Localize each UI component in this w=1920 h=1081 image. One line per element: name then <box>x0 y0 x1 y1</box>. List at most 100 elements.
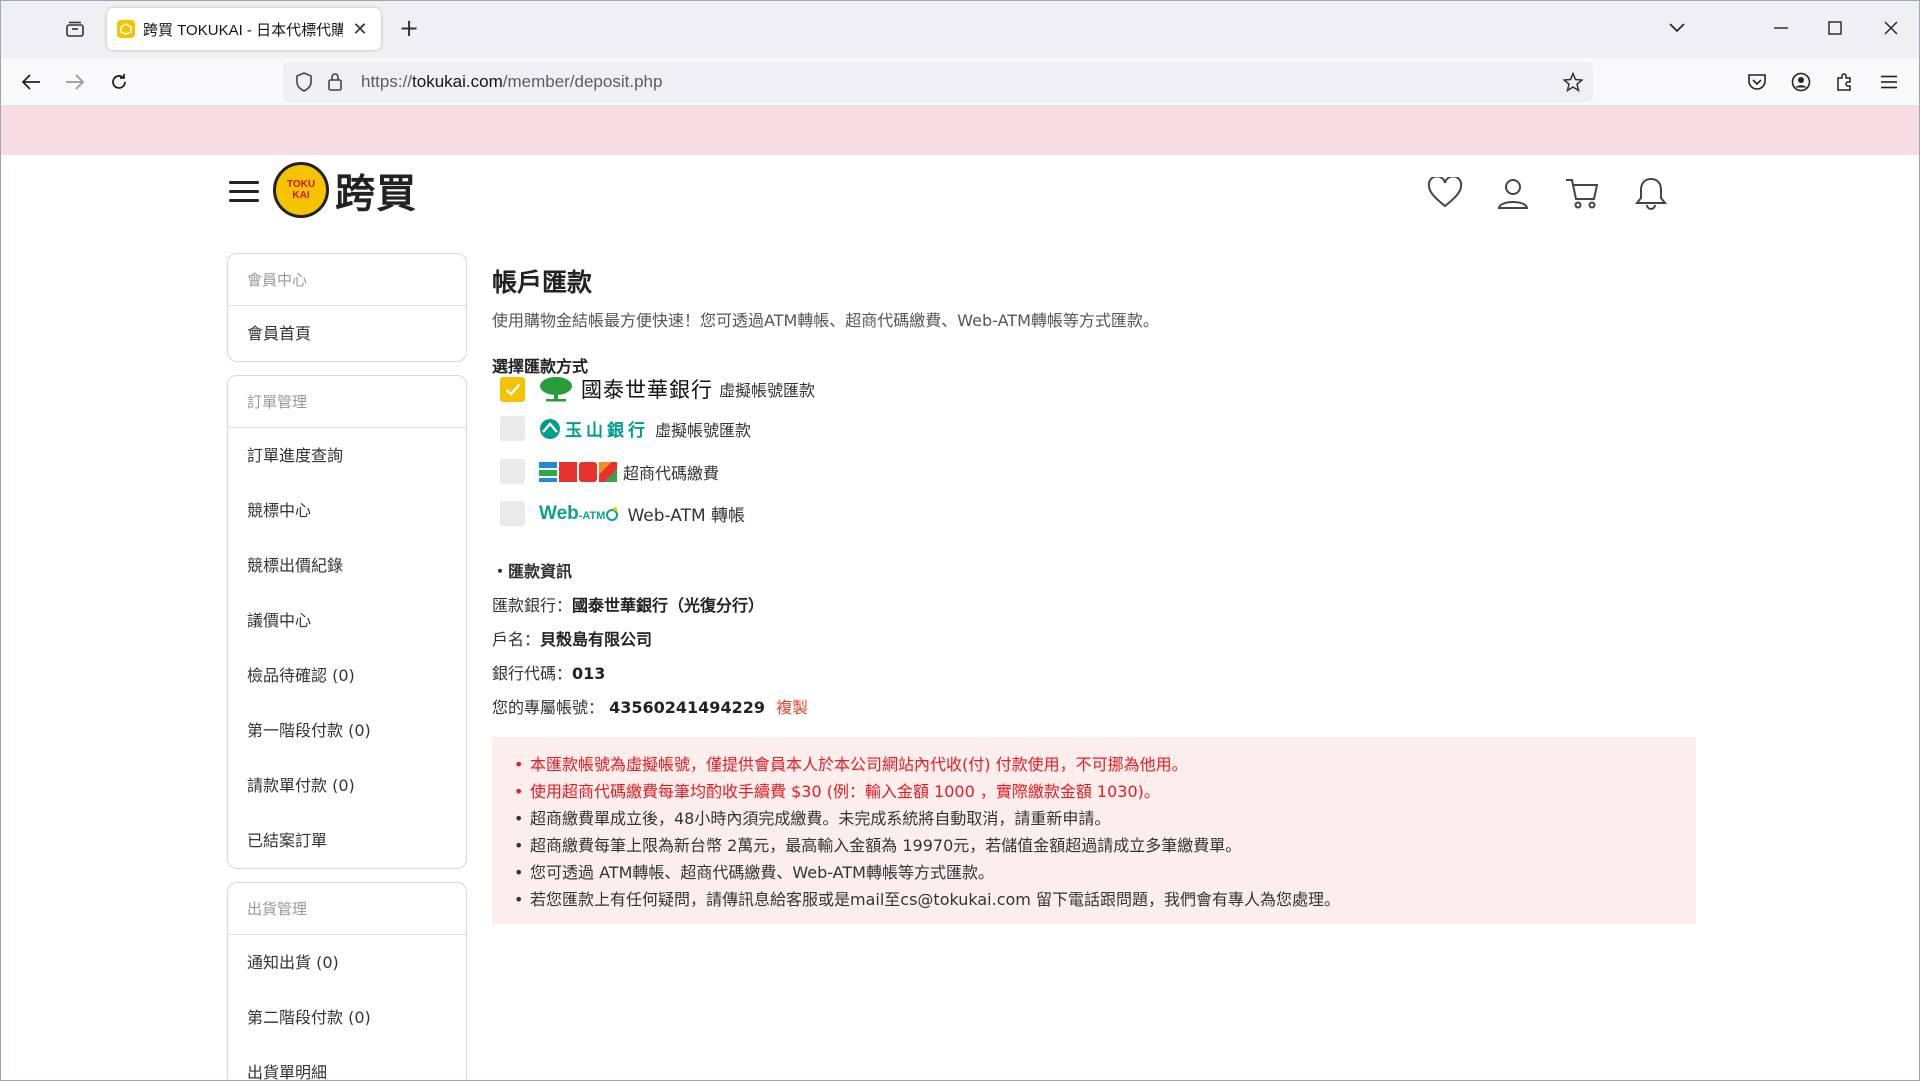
method-option-convenience-store[interactable]: 超商代碼繳費 <box>500 459 719 484</box>
esun-checkbox[interactable] <box>500 416 525 441</box>
ok-mart-logo-icon <box>579 461 597 482</box>
sidebar-item-invoice-payment[interactable]: 請款單付款 (0) <box>228 758 466 813</box>
method-option-webatm[interactable]: Web-ATM Web-ATM 轉帳 <box>500 501 745 526</box>
tab-close-icon[interactable]: ✕ <box>349 19 371 40</box>
user-profile-icon[interactable] <box>1493 173 1533 213</box>
navigation-bar: https://tokukai.com/member/deposit.php <box>1 58 1919 106</box>
puzzle-icon <box>1837 73 1851 91</box>
info-bank: 匯款銀行：國泰世華銀行（光復分行） <box>492 596 765 615</box>
checkmark-icon <box>505 383 520 396</box>
page-subtitle: 使用購物金結帳最方便快速！您可透過ATM轉帳、超商代碼繳費、Web-ATM轉帳等… <box>492 311 1159 330</box>
back-button[interactable] <box>15 66 47 98</box>
info-heading: ・匯款資訊 <box>492 562 573 581</box>
logo-text: 跨買 <box>335 171 417 217</box>
favorites-heart-icon[interactable] <box>1425 173 1465 213</box>
sidebar-heading: 訂單管理 <box>228 376 466 428</box>
top-banner <box>1 106 1919 155</box>
notice-item: 使用超商代碼繳費每筆均酌收手續費 $30 (例：輸入金額 1000 ，實際繳款金… <box>512 778 1676 805</box>
extensions-button[interactable] <box>1829 66 1861 98</box>
sidebar-item-second-payment[interactable]: 第二階段付款 (0) <box>228 990 466 1045</box>
webatm-sparkle-icon <box>606 506 619 521</box>
account-icon <box>1791 72 1811 92</box>
store-checkbox[interactable] <box>500 459 525 484</box>
sidebar-item-negotiation[interactable]: 議價中心 <box>228 593 466 648</box>
cathay-note: 虛擬帳號匯款 <box>719 381 816 400</box>
member-sidebar: 會員中心 會員首頁 訂單管理 訂單進度查詢 競標中心 競標出價紀錄 議價中心 檢… <box>227 253 467 1080</box>
new-tab-button[interactable]: + <box>393 13 425 45</box>
method-option-esun[interactable]: 玉山銀行 虛擬帳號匯款 <box>500 416 751 441</box>
sidebar-item-order-progress[interactable]: 訂單進度查詢 <box>228 428 466 483</box>
page-title: 帳戶匯款 <box>492 268 593 297</box>
method-option-cathay[interactable]: 國泰世華銀行 虛擬帳號匯款 <box>500 374 815 404</box>
sidebar-group-member: 會員中心 會員首頁 <box>227 253 467 362</box>
shopping-cart-icon[interactable] <box>1562 173 1602 213</box>
reload-icon <box>112 74 126 89</box>
bookmark-star-icon[interactable] <box>1563 72 1583 92</box>
webatm-note: Web-ATM 轉帳 <box>627 506 746 526</box>
account-button[interactable] <box>1785 66 1817 98</box>
sidebar-item-notify-shipping[interactable]: 通知出貨 (0) <box>228 935 466 990</box>
sidebar-item-member-home[interactable]: 會員首頁 <box>228 306 466 361</box>
tab-overflow-chevron-icon[interactable] <box>1657 9 1697 47</box>
notice-box: 本匯款帳號為虛擬帳號，僅提供會員本人於本公司網站內代收(付) 付款使用，不可挪為… <box>492 737 1696 924</box>
account-number-value: 43560241494229 <box>609 698 765 717</box>
sidebar-item-closed-orders[interactable]: 已結案訂單 <box>228 813 466 868</box>
family-mart-logo-icon <box>539 461 557 482</box>
site-menu-icon[interactable] <box>229 181 259 205</box>
cathay-bank-name: 國泰世華銀行 <box>581 378 713 402</box>
sidebar-item-inspection-pending[interactable]: 檢品待確認 (0) <box>228 648 466 703</box>
webatm-logo: Web-ATM <box>539 502 606 524</box>
active-tab[interactable]: 跨買 TOKUKAI - 日本代標代購 ✕ <box>107 8 381 50</box>
back-arrow-icon <box>21 74 40 90</box>
tab-strip: 跨買 TOKUKAI - 日本代標代購 ✕ + <box>1 1 1919 58</box>
tokukai-badge: TOKU KAI <box>273 162 329 218</box>
webatm-checkbox[interactable] <box>500 501 525 526</box>
info-account-name: 戶名：貝殼島有限公司 <box>492 630 653 649</box>
notification-bell-icon[interactable] <box>1631 173 1671 213</box>
esun-mountain-icon <box>540 418 560 439</box>
maximize-button[interactable] <box>1815 9 1855 47</box>
notice-item: 超商繳費單成立後，48小時內須完成繳費。未完成系統將自動取消，請重新申請。 <box>512 805 1676 832</box>
sidebar-heading: 會員中心 <box>228 254 466 306</box>
sidebar-item-first-payment[interactable]: 第一階段付款 (0) <box>228 703 466 758</box>
convenience-store-logos <box>539 461 617 482</box>
lock-icon <box>328 73 342 91</box>
store-note: 超商代碼繳費 <box>623 463 720 483</box>
browser-window: 跨買 TOKUKAI - 日本代標代購 ✕ + https://tokukai.… <box>0 0 1920 1081</box>
pocket-button[interactable] <box>1741 66 1773 98</box>
sidebar-item-shipping-details[interactable]: 出貨單明細 <box>228 1045 466 1080</box>
reload-button[interactable] <box>103 66 135 98</box>
notice-item: 超商繳費每筆上限為新台幣 2萬元，最高輸入金額為 19970元，若儲值金額超過請… <box>512 832 1676 859</box>
seven-eleven-logo-icon <box>599 461 617 482</box>
tab-title: 跨買 TOKUKAI - 日本代標代購 <box>143 21 343 39</box>
notice-item: 本匯款帳號為虛擬帳號，僅提供會員本人於本公司網站內代收(付) 付款使用，不可挪為… <box>512 751 1676 778</box>
cathay-checkbox[interactable] <box>500 376 525 402</box>
sidebar-group-shipping: 出貨管理 通知出貨 (0) 第二階段付款 (0) 出貨單明細 <box>227 882 467 1080</box>
info-account-number: 您的專屬帳號： 43560241494229 複製 <box>492 698 809 717</box>
tab-list-icon <box>66 21 84 37</box>
cathay-tree-icon <box>540 377 572 402</box>
forward-button[interactable] <box>59 66 91 98</box>
hilife-logo-icon <box>559 461 577 482</box>
site-header: TOKU KAI 跨買 <box>1 155 1919 245</box>
url-bar[interactable]: https://tokukai.com/member/deposit.php <box>283 62 1593 102</box>
site-logo[interactable]: TOKU KAI 跨買 <box>273 161 417 219</box>
sidebar-heading: 出貨管理 <box>228 883 466 935</box>
sidebar-group-orders: 訂單管理 訂單進度查詢 競標中心 競標出價紀錄 議價中心 檢品待確認 (0) 第… <box>227 375 467 869</box>
deposit-main: 帳戶匯款 使用購物金結帳最方便快速！您可透過ATM轉帳、超商代碼繳費、Web-A… <box>492 259 1696 924</box>
info-bank-code: 銀行代碼：013 <box>492 664 606 683</box>
sidebar-item-bid-history[interactable]: 競標出價紀錄 <box>228 538 466 593</box>
esun-bank-name: 玉山銀行 <box>565 421 649 441</box>
tab-list-button[interactable] <box>57 13 93 45</box>
url-text: https://tokukai.com/member/deposit.php <box>361 72 663 91</box>
app-menu-button[interactable] <box>1873 66 1905 98</box>
notice-item: 您可透過 ATM轉帳、超商代碼繳費、Web-ATM轉帳等方式匯款。 <box>512 859 1676 886</box>
pocket-icon <box>1748 74 1766 90</box>
shield-icon <box>296 72 312 92</box>
sidebar-item-bidding-center[interactable]: 競標中心 <box>228 483 466 538</box>
minimize-button[interactable] <box>1761 9 1801 47</box>
close-window-button[interactable] <box>1871 9 1911 47</box>
hamburger-menu-icon <box>1881 75 1897 89</box>
copy-account-link[interactable]: 複製 <box>776 698 808 717</box>
esun-note: 虛擬帳號匯款 <box>655 420 752 440</box>
